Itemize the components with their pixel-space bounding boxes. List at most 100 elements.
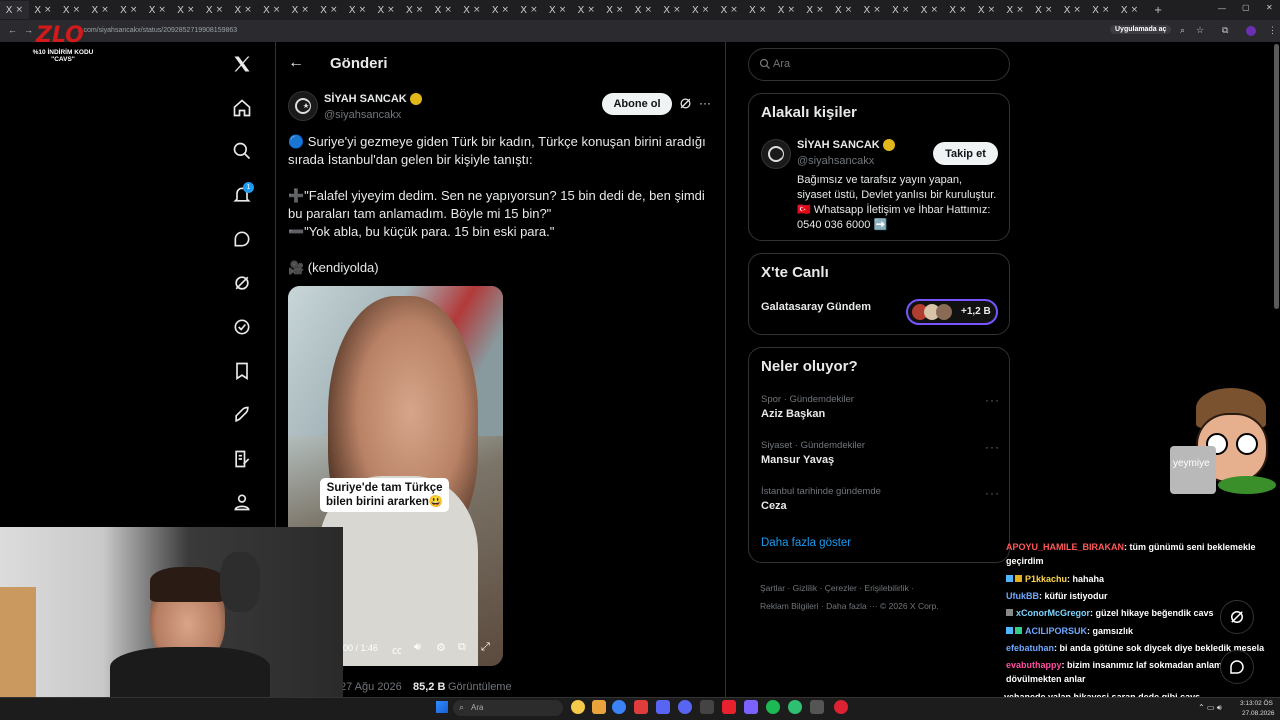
follow-button[interactable]: Takip et: [933, 142, 998, 165]
home-icon[interactable]: [231, 97, 253, 119]
close-tab-icon[interactable]: ×: [787, 5, 795, 15]
close-tab-icon[interactable]: ×: [359, 5, 367, 15]
browser-tab[interactable]: X ×: [486, 1, 515, 19]
messages-icon[interactable]: [231, 228, 253, 250]
close-tab-icon[interactable]: ×: [216, 5, 224, 15]
open-in-app-button[interactable]: Uygulamada aç: [1110, 25, 1172, 34]
subscribe-button[interactable]: Abone ol: [602, 93, 672, 115]
close-tab-icon[interactable]: ×: [1045, 5, 1053, 15]
bookmark-star-icon[interactable]: ☆: [1196, 25, 1204, 36]
browser-tab[interactable]: X ×: [1087, 1, 1116, 19]
articles-icon[interactable]: [231, 448, 253, 470]
footer-link[interactable]: Daha fazla ···: [826, 601, 878, 611]
volume-icon[interactable]: 🔊︎: [414, 641, 421, 654]
close-tab-icon[interactable]: ×: [1102, 5, 1110, 15]
related-avatar[interactable]: [761, 139, 791, 169]
browser-tab[interactable]: X ×: [829, 1, 858, 19]
folder-icon[interactable]: [592, 700, 606, 714]
related-handle[interactable]: @siyahsancakx: [797, 155, 874, 167]
browser-tab[interactable]: X ×: [200, 1, 229, 19]
pip-icon[interactable]: ⧉: [458, 641, 466, 654]
discord-icon[interactable]: [656, 700, 670, 714]
close-tab-icon[interactable]: ×: [1073, 5, 1081, 15]
close-tab-icon[interactable]: ×: [1131, 5, 1139, 15]
close-tab-icon[interactable]: ×: [187, 5, 195, 15]
search-box[interactable]: [748, 48, 1010, 81]
close-tab-icon[interactable]: ×: [645, 5, 653, 15]
page-scrollbar[interactable]: [1274, 44, 1279, 309]
window-close[interactable]: ✕: [1266, 3, 1273, 12]
browser-tab[interactable]: X ×: [343, 1, 372, 19]
settings-icon[interactable]: ⚙: [436, 641, 446, 654]
browser-tab[interactable]: X ×: [572, 1, 601, 19]
related-name[interactable]: SİYAH SANCAK: [797, 139, 880, 151]
trend-item[interactable]: Spor · Gündemdekiler Aziz Başkan: [761, 394, 1001, 420]
back-icon[interactable]: ←: [8, 25, 17, 35]
back-arrow-icon[interactable]: ←: [288, 54, 304, 72]
app-icon[interactable]: [634, 700, 648, 714]
close-tab-icon[interactable]: ×: [816, 5, 824, 15]
zoom-icon[interactable]: ⌕: [1180, 25, 1185, 36]
browser-tab[interactable]: X ×: [915, 1, 944, 19]
notifications-icon[interactable]: 1: [231, 182, 254, 206]
bookmarks-icon[interactable]: [231, 360, 253, 382]
trend-more-icon[interactable]: ···: [985, 440, 1000, 454]
taskbar-search[interactable]: ⌕ Ara: [453, 700, 563, 716]
browser-tab[interactable]: X ×: [944, 1, 973, 19]
browser-tab[interactable]: X ×: [600, 1, 629, 19]
browser-tab[interactable]: X ×: [543, 1, 572, 19]
close-tab-icon[interactable]: ×: [330, 5, 338, 15]
browser-tab[interactable]: X ×: [86, 1, 115, 19]
profile-avatar[interactable]: [1246, 26, 1256, 36]
chrome-icon[interactable]: [788, 700, 802, 714]
close-tab-icon[interactable]: ×: [930, 5, 938, 15]
trend-more-icon[interactable]: ···: [985, 393, 1000, 407]
browser-tab[interactable]: X ×: [286, 1, 315, 19]
app-icon[interactable]: [700, 700, 714, 714]
close-tab-icon[interactable]: ×: [444, 5, 452, 15]
app-icon[interactable]: [678, 700, 692, 714]
browser-tab[interactable]: X ×: [229, 1, 258, 19]
close-tab-icon[interactable]: ×: [988, 5, 996, 15]
chrome-icon[interactable]: [571, 700, 585, 714]
new-tab-button[interactable]: +: [1144, 1, 1173, 19]
author-name[interactable]: SİYAH SANCAK: [324, 93, 407, 105]
close-tab-icon[interactable]: ×: [530, 5, 538, 15]
browser-tab[interactable]: X ×: [1001, 1, 1030, 19]
browser-tab[interactable]: X ×: [458, 1, 487, 19]
windows-start-icon[interactable]: [436, 701, 448, 713]
more-options-icon[interactable]: ···: [699, 96, 711, 110]
messages-float-button[interactable]: [1220, 650, 1254, 684]
close-tab-icon[interactable]: ×: [130, 5, 138, 15]
footer-link[interactable]: Reklam Bilgileri: [760, 601, 819, 611]
close-tab-icon[interactable]: ×: [301, 5, 309, 15]
footer-link[interactable]: Şartlar: [760, 583, 785, 593]
grok-icon[interactable]: [231, 272, 253, 294]
close-tab-icon[interactable]: ×: [559, 5, 567, 15]
close-tab-icon[interactable]: ×: [416, 5, 424, 15]
browser-tab[interactable]: X ×: [515, 1, 544, 19]
browser-tab[interactable]: X ×: [429, 1, 458, 19]
browser-tab[interactable]: X ×: [972, 1, 1001, 19]
close-tab-icon[interactable]: ×: [673, 5, 681, 15]
browser-tab[interactable]: X ×: [686, 1, 715, 19]
search-icon[interactable]: [231, 140, 253, 162]
browser-tab[interactable]: X ×: [772, 1, 801, 19]
edge-icon[interactable]: [612, 700, 626, 714]
browser-tab[interactable]: X ×: [858, 1, 887, 19]
browser-tab[interactable]: X ×: [715, 1, 744, 19]
close-tab-icon[interactable]: ×: [616, 5, 624, 15]
system-tray-icons[interactable]: ⌃ ▭ 🔊︎: [1198, 703, 1222, 713]
browser-tab[interactable]: X ×: [658, 1, 687, 19]
browser-tab[interactable]: X ×: [57, 1, 86, 19]
browser-tab[interactable]: X ×: [257, 1, 286, 19]
extensions-icon[interactable]: ⧉: [1222, 25, 1228, 36]
url-field[interactable]: x.com/siyahsancakx/status/20928527199081…: [78, 27, 237, 34]
author-handle[interactable]: @siyahsancakx: [324, 109, 401, 121]
close-tab-icon[interactable]: ×: [502, 5, 510, 15]
close-tab-icon[interactable]: ×: [587, 5, 595, 15]
browser-tab[interactable]: X ×: [1058, 1, 1087, 19]
close-tab-icon[interactable]: ×: [730, 5, 738, 15]
tab-active[interactable]: X ×: [0, 1, 29, 19]
footer-link[interactable]: Erişilebilirlik: [864, 583, 908, 593]
